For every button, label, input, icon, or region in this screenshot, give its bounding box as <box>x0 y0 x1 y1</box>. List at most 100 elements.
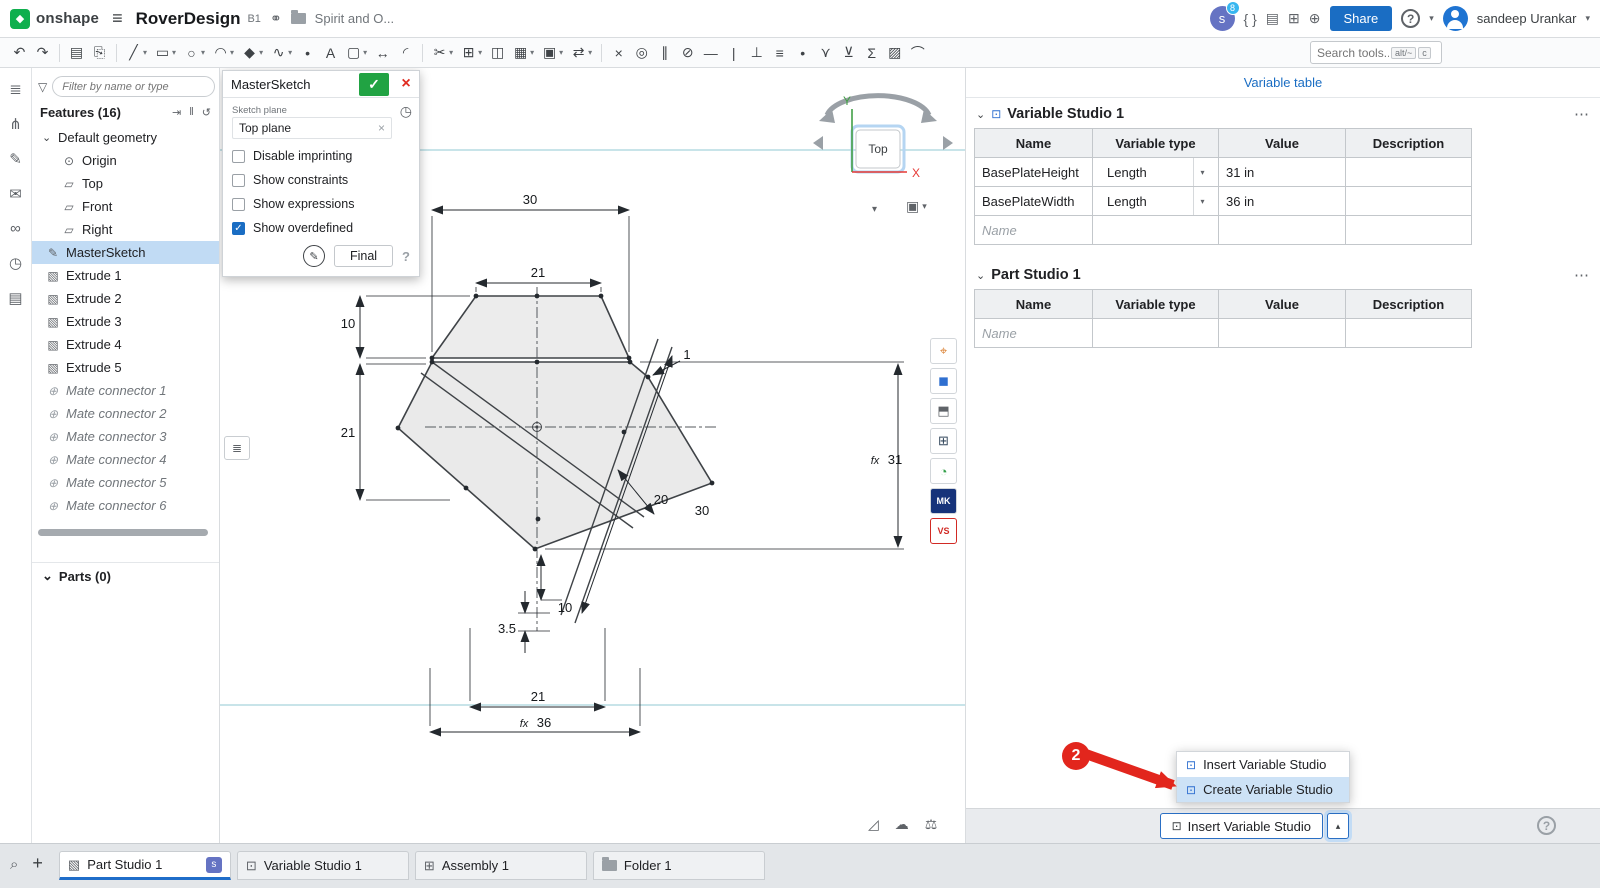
variable-type-cell[interactable]: Length▾ <box>1093 187 1219 216</box>
document-title[interactable]: RoverDesign <box>136 9 241 29</box>
tree-item-top-plane[interactable]: ▱Top <box>32 172 219 195</box>
expression-tool[interactable]: Σ <box>860 41 883 65</box>
tab-assembly-1[interactable]: ⊞ Assembly 1 <box>415 851 587 880</box>
tree-item-front-plane[interactable]: ▱Front <box>32 195 219 218</box>
checkbox-show-overdefined[interactable]: ✓ Show overdefined <box>232 221 410 235</box>
tree-item-extrude-4[interactable]: ▧Extrude 4 <box>32 333 219 356</box>
spline-tool[interactable]: ∿▾ <box>267 41 296 65</box>
pan-right-arrow[interactable] <box>943 136 953 150</box>
insert-variable-studio-button[interactable]: ⊡ Insert Variable Studio <box>1160 813 1323 839</box>
view-cube-face-label[interactable]: Top <box>868 142 888 156</box>
app-store-icon[interactable]: ⊞ <box>1288 10 1300 27</box>
tree-item-mate-connector-6[interactable]: ⊕Mate connector 6 <box>32 494 219 517</box>
fillet-tool[interactable]: ◜ <box>394 41 417 65</box>
help-menu-caret[interactable]: ▾ <box>1429 13 1434 24</box>
concentric-tool[interactable]: ◎ <box>630 41 653 65</box>
dim-20-diag[interactable]: 20 <box>654 492 668 507</box>
rollback-icon[interactable]: ↺ <box>202 106 211 119</box>
dimension-tool[interactable]: ↔ <box>371 41 394 65</box>
line-tool-caret[interactable]: ▾ <box>143 48 147 57</box>
hatch-tool[interactable]: ▨ <box>883 41 906 65</box>
insert-image-tool[interactable]: ▤ <box>65 41 88 65</box>
tree-item-mate-connector-3[interactable]: ⊕Mate connector 3 <box>32 425 219 448</box>
new-variable-name-cell[interactable]: Name <box>975 216 1093 245</box>
dim-31-right[interactable]: 31 <box>888 452 902 467</box>
part-studio-section-header[interactable]: ⌄ Part Studio 1 ⋯ <box>966 259 1600 289</box>
tree-item-extrude-1[interactable]: ▧Extrude 1 <box>32 264 219 287</box>
tree-item-mate-connector-5[interactable]: ⊕Mate connector 5 <box>32 471 219 494</box>
view-mode-caret[interactable]: ▾ <box>922 201 927 212</box>
dim-1-edge[interactable]: 1 <box>683 347 690 362</box>
history-icon[interactable]: ◷ <box>9 254 22 272</box>
document-location[interactable]: Spirit and O... <box>315 11 394 26</box>
custom-tool-mk-button[interactable]: MK <box>930 488 957 514</box>
undo-tool[interactable]: ↶ <box>8 41 31 65</box>
circle-tool-caret[interactable]: ▾ <box>201 48 205 57</box>
dim-21-left[interactable]: 21 <box>341 425 355 440</box>
rectangle-tool-caret[interactable]: ▾ <box>172 48 176 57</box>
pan-left-arrow[interactable] <box>813 136 823 150</box>
variable-description-cell[interactable] <box>1346 187 1472 216</box>
chevron-down-icon[interactable]: ⌄ <box>976 269 985 282</box>
clear-plane-icon[interactable]: × <box>378 121 385 135</box>
variable-type-cell[interactable]: Length▾ <box>1093 158 1219 187</box>
custom-tool-4-button[interactable]: ⊞ <box>930 428 957 454</box>
custom-tool-3-button[interactable]: ⬒ <box>930 398 957 424</box>
linear-pattern-caret[interactable]: ▾ <box>530 48 534 57</box>
suppress-icon[interactable]: ‖ <box>189 106 194 119</box>
variable-studio-section-header[interactable]: ⌄ ⊡ Variable Studio 1 ⋯ <box>966 98 1600 128</box>
sketch-dialog-header[interactable]: MasterSketch ✓ × <box>223 71 419 98</box>
dialog-help-icon[interactable]: ? <box>402 249 410 264</box>
code-icon[interactable]: { } <box>1244 11 1257 27</box>
menu-item-insert-variable-studio[interactable]: ⊡ Insert Variable Studio <box>1177 752 1349 777</box>
checkbox-unchecked[interactable] <box>232 150 245 163</box>
graphics-canvas[interactable]: 30 21 10 21 1 fx 31 20 30 10 3.5 21 fx 3… <box>220 68 965 843</box>
main-menu-icon[interactable]: ≡ <box>112 8 123 29</box>
sketch-text-caret[interactable]: ▾ <box>559 48 563 57</box>
section-icon[interactable]: ☁ <box>895 816 909 833</box>
intersect-tool[interactable]: × <box>607 41 630 65</box>
perpendicular-tool[interactable]: ⊥ <box>745 41 768 65</box>
dim-30-top[interactable]: 30 <box>523 192 537 207</box>
variable-description-cell[interactable] <box>1346 158 1472 187</box>
spline-tool-caret[interactable]: ▾ <box>288 48 292 57</box>
collaborator-avatar[interactable]: s 8 <box>1210 6 1235 31</box>
slot-tool-caret[interactable]: ▾ <box>363 48 367 57</box>
redo-tool[interactable]: ↷ <box>31 41 54 65</box>
trim-tool-caret[interactable]: ▾ <box>449 48 453 57</box>
view-cube[interactable]: Top Y X <box>805 73 965 203</box>
tree-group-default-geometry[interactable]: ⌄Default geometry <box>32 126 219 149</box>
menu-item-create-variable-studio[interactable]: ⊡ Create Variable Studio <box>1177 777 1349 802</box>
final-button[interactable]: Final <box>334 245 393 267</box>
tab-part-studio-1[interactable]: ▧ Part Studio 1 s <box>59 851 231 880</box>
dim-3-5-bottom[interactable]: 3.5 <box>498 621 516 636</box>
checkbox-unchecked[interactable] <box>232 198 245 211</box>
user-name[interactable]: sandeep Urankar <box>1477 11 1577 26</box>
tree-item-extrude-5[interactable]: ▧Extrude 5 <box>32 356 219 379</box>
checkbox-show-constraints[interactable]: Show constraints <box>232 173 410 187</box>
linear-pattern-tool[interactable]: ▦▾ <box>509 41 538 65</box>
custom-tool-1-button[interactable]: ⌖ <box>930 338 957 364</box>
view-menu-caret[interactable]: ▾ <box>872 204 877 215</box>
insert-marker-icon[interactable]: ⇥ <box>172 106 181 119</box>
slot-tool[interactable]: ▢▾ <box>342 41 371 65</box>
view-mode-button[interactable]: ▣ ▾ <box>906 198 927 215</box>
user-avatar[interactable] <box>1443 6 1468 31</box>
offset-tool[interactable]: ⊞▾ <box>457 41 486 65</box>
type-dropdown-caret[interactable]: ▾ <box>1193 158 1211 186</box>
horizontal-constraint-tool[interactable]: ― <box>699 41 722 65</box>
dim-21-top[interactable]: 21 <box>531 265 545 280</box>
mirror-tool[interactable]: ◫ <box>486 41 509 65</box>
cancel-sketch-button[interactable]: × <box>393 75 419 93</box>
normal-tool[interactable]: ⊘ <box>676 41 699 65</box>
arc-tool-caret[interactable]: ▾ <box>230 48 234 57</box>
tab-folder-1[interactable]: Folder 1 <box>593 851 765 880</box>
checkbox-show-expressions[interactable]: Show expressions <box>232 197 410 211</box>
tree-item-mate-connector-4[interactable]: ⊕Mate connector 4 <box>32 448 219 471</box>
variable-name-cell[interactable]: BasePlateHeight <box>975 158 1093 187</box>
feature-list-scrollbar[interactable] <box>38 529 208 536</box>
add-tab-button[interactable]: + <box>32 853 43 874</box>
tree-item-extrude-3[interactable]: ▧Extrude 3 <box>32 310 219 333</box>
midpoint-tool[interactable]: • <box>791 41 814 65</box>
dim-10-left[interactable]: 10 <box>341 316 355 331</box>
